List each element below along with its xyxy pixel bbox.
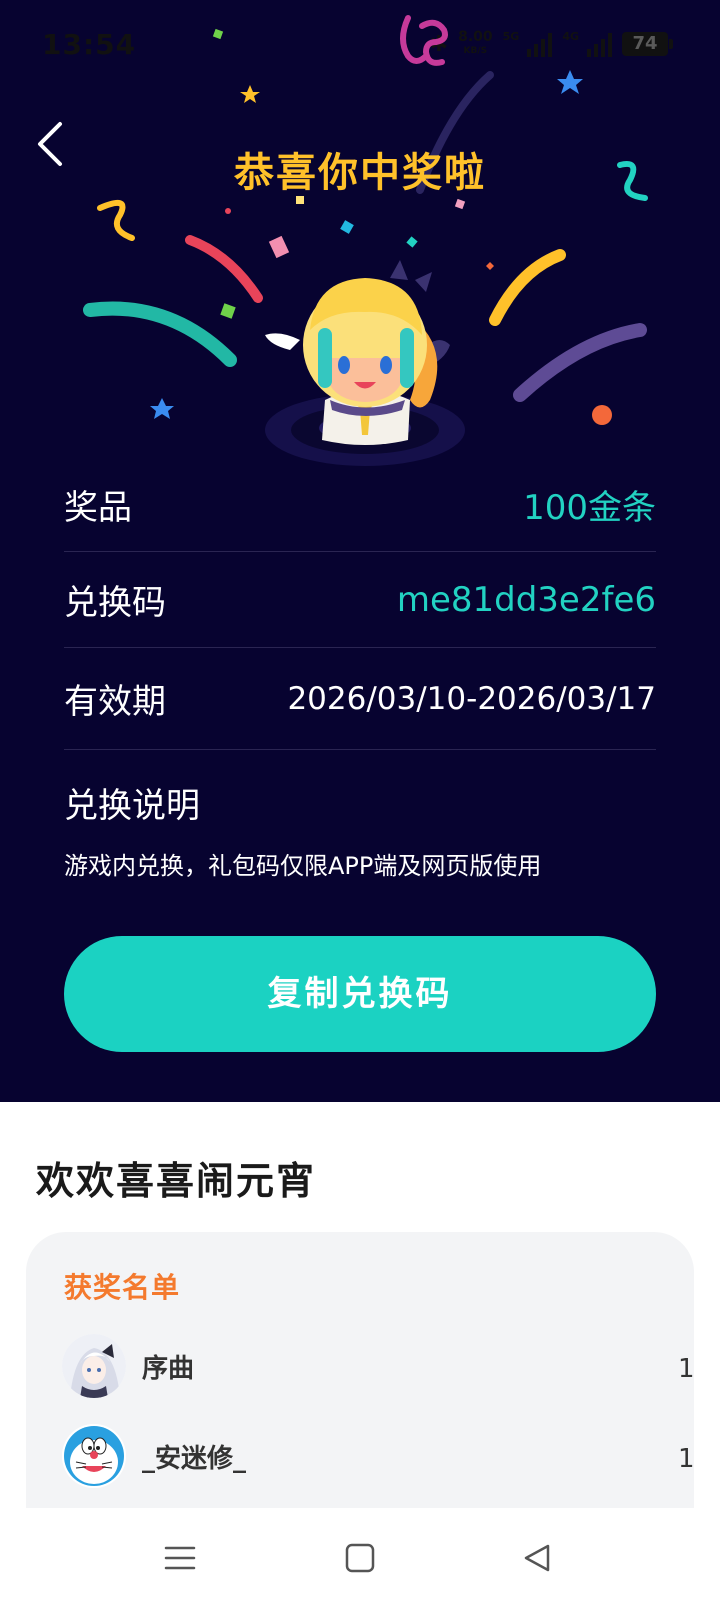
prize-label: 奖品: [64, 488, 132, 528]
prize-row: 奖品 100金条: [64, 458, 656, 552]
signal-strength-icon: [527, 31, 553, 57]
home-square-icon[interactable]: [340, 1538, 380, 1578]
validity-row: 有效期 2026/03/10-2026/03/17: [64, 648, 656, 750]
winners-title: 获奖名单: [64, 1271, 181, 1304]
network-speed-value: 8.00: [458, 29, 493, 45]
winner-prize: 100金条: [678, 1444, 694, 1474]
winner-row: 序曲 100金条: [62, 1334, 694, 1404]
prize-info-table: 奖品 100金条 兑换码 me81dd3e2fe6 有效期 2026/03/10…: [64, 458, 656, 750]
avatar: [62, 1334, 126, 1398]
network-speed: 8.00 KB/S: [458, 30, 493, 58]
winner-prize: 100金条: [678, 1354, 694, 1384]
status-bar: 13:54 ✱ 8.00 KB/S 5G 4G 74: [0, 0, 720, 92]
copy-code-button[interactable]: 复制兑换码: [64, 936, 656, 1052]
battery-level: 74: [632, 33, 658, 54]
app-logo-icon: [400, 15, 448, 66]
avatar: [62, 1424, 126, 1488]
network-speed-unit: KB/S: [463, 46, 488, 56]
prize-value: 100金条: [523, 488, 656, 528]
menu-icon[interactable]: [160, 1538, 200, 1578]
event-title: 欢欢喜喜闹元宵: [36, 1159, 317, 1203]
code-value[interactable]: me81dd3e2fe6: [397, 580, 656, 620]
instructions-text: 游戏内兑换，礼包码仅限APP端及网页版使用: [64, 852, 542, 880]
code-row: 兑换码 me81dd3e2fe6: [64, 552, 656, 648]
triangle-back-icon[interactable]: [518, 1538, 558, 1578]
instructions-title: 兑换说明: [64, 786, 200, 826]
mascot-illustration: [265, 260, 465, 466]
signal-tag-1: 5G: [502, 30, 520, 43]
validity-value: 2026/03/10-2026/03/17: [287, 680, 656, 717]
validity-label: 有效期: [64, 682, 166, 722]
signal-strength-icon-2: [587, 31, 612, 57]
system-nav-bar: [0, 1508, 720, 1608]
winners-card: 获奖名单 序曲 100金条 _安迷修_ 100金条: [26, 1232, 694, 1532]
code-label: 兑换码: [64, 583, 166, 623]
prize-hero: 13:54 ✱ 8.00 KB/S 5G 4G 74 恭喜你中奖啦 奖品 100…: [0, 0, 720, 1102]
signal-tag-2: 4G: [562, 30, 579, 43]
winner-name: _安迷修_: [142, 1444, 247, 1474]
status-time: 13:54: [42, 28, 137, 61]
winner-row: _安迷修_ 100金条: [62, 1424, 694, 1494]
winner-name: 序曲: [142, 1354, 195, 1384]
status-indicators: ✱ 8.00 KB/S 5G 4G 74: [430, 30, 673, 58]
page-title: 恭喜你中奖啦: [234, 150, 486, 196]
battery-icon: 74: [622, 32, 673, 56]
